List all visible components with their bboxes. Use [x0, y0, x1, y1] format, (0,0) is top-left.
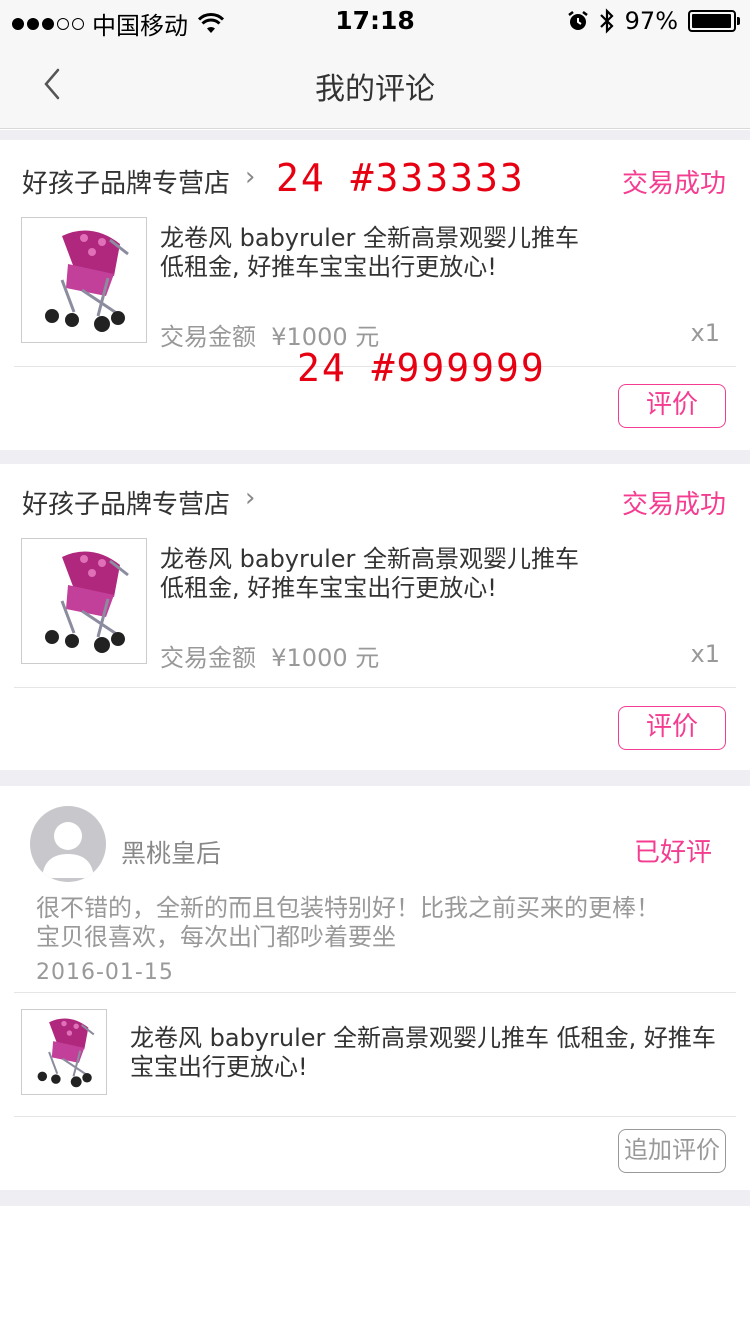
- divider: [14, 992, 736, 993]
- product-thumbnail[interactable]: [21, 217, 147, 343]
- battery-icon: [688, 10, 740, 32]
- navigation-bar: 我的评论: [0, 40, 750, 129]
- status-bar: 中国移动 17:18 97%: [0, 0, 750, 40]
- product-thumbnail[interactable]: [21, 538, 147, 664]
- section-gap: [0, 130, 750, 140]
- review-card: 黑桃皇后 已好评 很不错的，全新的而且包装特别好！比我之前买来的更棒！ 宝贝很喜…: [0, 786, 750, 1190]
- chevron-right-icon[interactable]: ›: [245, 162, 255, 192]
- shop-name[interactable]: 好孩子品牌专营店: [22, 484, 230, 521]
- quantity: x1: [690, 640, 720, 668]
- review-button[interactable]: 评价: [618, 384, 726, 428]
- review-button[interactable]: 评价: [618, 706, 726, 750]
- order-card-2: 好孩子品牌专营店 › 交易成功 龙卷风 babyruler 全新高景观婴儿推车 …: [0, 464, 750, 770]
- product-thumbnail[interactable]: [21, 1009, 107, 1095]
- divider: [14, 687, 736, 688]
- review-date: 2016-01-15: [36, 960, 174, 985]
- chevron-right-icon[interactable]: ›: [245, 483, 255, 513]
- product-title[interactable]: 龙卷风 babyruler 全新高景观婴儿推车 低租金, 好推车宝宝出行更放心!: [160, 545, 579, 603]
- review-content: 很不错的，全新的而且包装特别好！比我之前买来的更棒！ 宝贝很喜欢，每次出门都吵着…: [36, 894, 660, 951]
- battery-fill: [692, 14, 731, 28]
- divider: [14, 1116, 736, 1117]
- reviewer-name: 黑桃皇后: [121, 839, 222, 868]
- order-status: 交易成功: [621, 490, 726, 520]
- battery-percent: 97%: [624, 7, 678, 35]
- stroller-image-icon: [37, 1018, 95, 1088]
- order-status: 交易成功: [621, 169, 726, 199]
- section-gap: [0, 1190, 750, 1206]
- user-avatar-icon[interactable]: [30, 806, 106, 882]
- section-gap: [0, 770, 750, 786]
- trade-amount: 交易金额 ¥1000 元: [160, 644, 380, 672]
- annotation-label: 24 #999999: [297, 346, 546, 390]
- shop-name[interactable]: 好孩子品牌专营店: [22, 163, 230, 200]
- section-gap: [0, 450, 750, 464]
- product-title[interactable]: 龙卷风 babyruler 全新高景观婴儿推车 低租金, 好推车 宝宝出行更放心…: [130, 1024, 716, 1082]
- annotation-label: 24 #333333: [276, 156, 525, 200]
- review-status: 已好评: [633, 838, 712, 868]
- add-review-button[interactable]: 追加评价: [618, 1129, 726, 1173]
- status-right: 97%: [567, 7, 740, 35]
- product-title[interactable]: 龙卷风 babyruler 全新高景观婴儿推车 低租金, 好推车宝宝出行更放心!: [160, 224, 579, 282]
- bluetooth-icon: [599, 8, 614, 34]
- alarm-icon: [567, 11, 588, 30]
- page-title: 我的评论: [315, 72, 435, 107]
- stroller-image-icon: [45, 551, 129, 653]
- quantity: x1: [690, 319, 720, 347]
- stroller-image-icon: [45, 230, 129, 332]
